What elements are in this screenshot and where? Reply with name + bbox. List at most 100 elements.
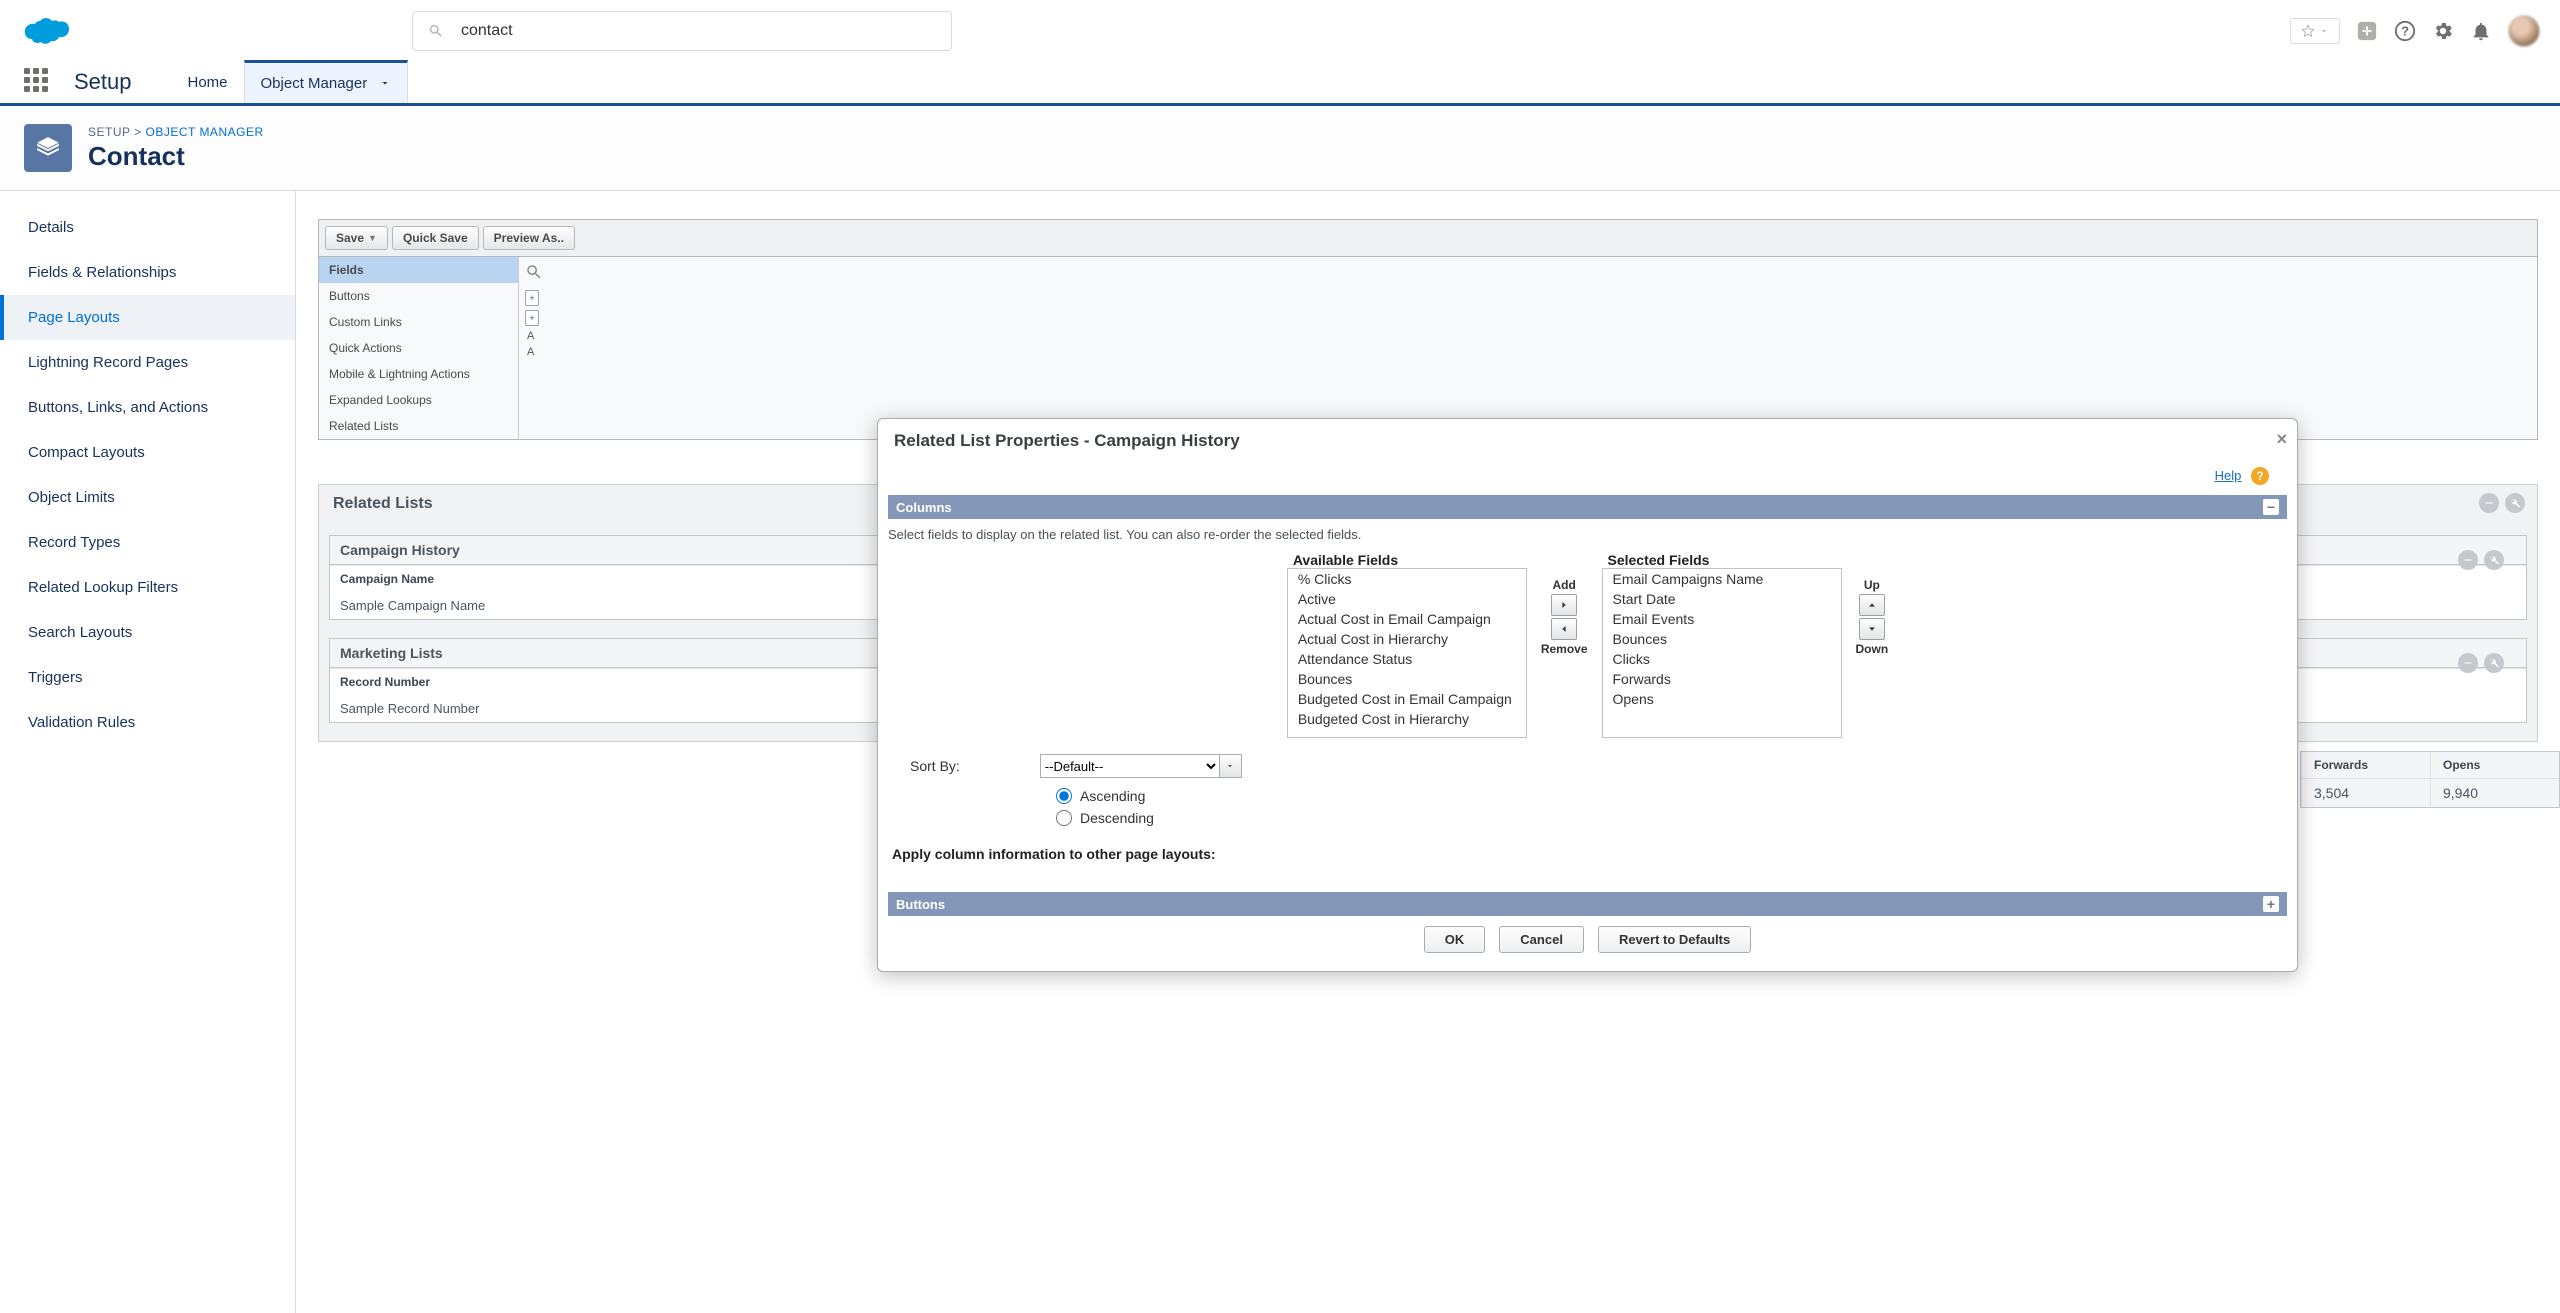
palette-add-section[interactable] [525, 290, 539, 306]
minus-icon[interactable] [2458, 653, 2478, 673]
columns-section-header: Columns − [888, 495, 2287, 519]
wrench-icon[interactable] [2484, 550, 2504, 570]
remove-label: Remove [1541, 642, 1588, 656]
ok-button[interactable]: OK [1424, 926, 1486, 953]
cancel-button[interactable]: Cancel [1499, 926, 1584, 953]
up-label: Up [1864, 578, 1880, 592]
save-label: Save [336, 231, 364, 245]
sidebar-item[interactable]: Buttons, Links, and Actions [0, 385, 295, 430]
favorites-button[interactable] [2290, 18, 2340, 44]
crumb-object-manager[interactable]: OBJECT MANAGER [145, 125, 263, 139]
available-field-option[interactable]: Bounces [1288, 669, 1526, 689]
search-icon[interactable] [525, 263, 543, 281]
tab-home[interactable]: Home [172, 61, 244, 103]
selected-field-option[interactable]: Clicks [1603, 649, 1841, 669]
tab-object-manager[interactable]: Object Manager [244, 60, 409, 103]
add-icon[interactable] [2356, 20, 2378, 42]
bell-icon[interactable] [2470, 20, 2492, 42]
wrench-icon[interactable] [2505, 493, 2525, 513]
available-field-option[interactable]: Attendance Status [1288, 649, 1526, 669]
columns-label: Columns [896, 500, 952, 515]
palette-category[interactable]: Quick Actions [319, 335, 518, 361]
sidebar-item[interactable]: Lightning Record Pages [0, 340, 295, 385]
descending-radio[interactable] [1056, 810, 1072, 826]
expand-icon[interactable]: + [2263, 896, 2279, 912]
collapse-icon[interactable]: − [2263, 499, 2279, 515]
gear-icon[interactable] [2432, 20, 2454, 42]
sidebar-item[interactable]: Validation Rules [0, 700, 295, 745]
quick-save-button[interactable]: Quick Save [392, 226, 479, 250]
sidebar-item[interactable]: Search Layouts [0, 610, 295, 655]
select-dropdown-icon[interactable] [1220, 754, 1242, 778]
search-icon [428, 23, 444, 39]
down-button[interactable] [1859, 618, 1885, 640]
dual-listbox: Available Fields % ClicksActiveActual Co… [888, 552, 2287, 738]
add-label: Add [1552, 578, 1575, 592]
sidebar-item[interactable]: Object Limits [0, 475, 295, 520]
sidebar-item[interactable]: Related Lookup Filters [0, 565, 295, 610]
app-launcher-icon[interactable] [24, 68, 52, 96]
available-field-option[interactable]: Budgeted Cost in Hierarchy [1288, 709, 1526, 729]
apply-layouts-label: Apply column information to other page l… [892, 846, 2287, 862]
crumb-setup: SETUP [88, 125, 130, 139]
palette-category[interactable]: Related Lists [319, 413, 518, 439]
selected-field-option[interactable]: Forwards [1603, 669, 1841, 689]
sidebar-item[interactable]: Details [0, 205, 295, 250]
remove-button[interactable] [1551, 618, 1577, 640]
descending-label: Descending [1080, 810, 1154, 826]
breadcrumb: SETUP > OBJECT MANAGER [88, 125, 264, 139]
selected-field-option[interactable]: Opens [1603, 689, 1841, 709]
palette-add-blank[interactable] [525, 310, 539, 326]
close-icon[interactable]: × [2276, 429, 2287, 450]
modal-title: Related List Properties - Campaign Histo… [878, 419, 2297, 463]
available-field-option[interactable]: Actual Cost in Hierarchy [1288, 629, 1526, 649]
sort-by-select[interactable]: --Default-- [1040, 754, 1220, 778]
selected-fields-list[interactable]: Email Campaigns NameStart DateEmail Even… [1602, 568, 1842, 738]
palette-category[interactable]: Mobile & Lightning Actions [319, 361, 518, 387]
selected-field-option[interactable]: Bounces [1603, 629, 1841, 649]
sidebar-item[interactable]: Triggers [0, 655, 295, 700]
available-field-option[interactable]: Active [1288, 589, 1526, 609]
minus-icon[interactable] [2479, 493, 2499, 513]
minus-icon[interactable] [2458, 550, 2478, 570]
help-icon[interactable]: ? [2394, 20, 2416, 42]
help-icon[interactable]: ? [2251, 467, 2269, 485]
sort-by-label: Sort By: [910, 758, 960, 774]
main: DetailsFields & RelationshipsPage Layout… [0, 191, 2560, 1313]
add-button[interactable] [1551, 594, 1577, 616]
crumb-sep: > [130, 125, 145, 139]
layout-toolbar: Save▼ Quick Save Preview As.. [318, 219, 2538, 256]
available-fields-list[interactable]: % ClicksActiveActual Cost in Email Campa… [1287, 568, 1527, 738]
selected-field-option[interactable]: Start Date [1603, 589, 1841, 609]
available-field-option[interactable]: Budgeted Cost in Email Campaign [1288, 689, 1526, 709]
search-input[interactable] [412, 11, 952, 51]
revert-button[interactable]: Revert to Defaults [1598, 926, 1751, 953]
available-field-option[interactable]: Actual Cost in Email Campaign [1288, 609, 1526, 629]
buttons-section-header: Buttons + [888, 892, 2287, 916]
available-field-option[interactable]: % Clicks [1288, 569, 1526, 589]
global-search [412, 11, 952, 51]
selected-field-option[interactable]: Email Events [1603, 609, 1841, 629]
palette-mini-label: A [527, 330, 2531, 342]
palette-category[interactable]: Fields [319, 257, 518, 283]
columns-hint: Select fields to display on the related … [888, 527, 2287, 542]
ascending-radio[interactable] [1056, 788, 1072, 804]
sidebar-item[interactable]: Record Types [0, 520, 295, 565]
selected-field-option[interactable]: Email Campaigns Name [1603, 569, 1841, 589]
help-link[interactable]: Help [2215, 468, 2242, 483]
palette-category[interactable]: Expanded Lookups [319, 387, 518, 413]
page-header: SETUP > OBJECT MANAGER Contact [0, 106, 2560, 191]
palette-category[interactable]: Buttons [319, 283, 518, 309]
sidebar-item[interactable]: Fields & Relationships [0, 250, 295, 295]
setup-label: Setup [74, 69, 132, 95]
wrench-icon[interactable] [2484, 653, 2504, 673]
selected-fields-label: Selected Fields [1602, 552, 1842, 568]
up-button[interactable] [1859, 594, 1885, 616]
palette-category[interactable]: Custom Links [319, 309, 518, 335]
sidebar-item[interactable]: Compact Layouts [0, 430, 295, 475]
save-button[interactable]: Save▼ [325, 226, 388, 250]
preview-as-button[interactable]: Preview As.. [483, 226, 575, 250]
sidebar-item[interactable]: Page Layouts [0, 295, 295, 340]
global-header: ? [0, 0, 2560, 61]
avatar[interactable] [2508, 15, 2540, 47]
